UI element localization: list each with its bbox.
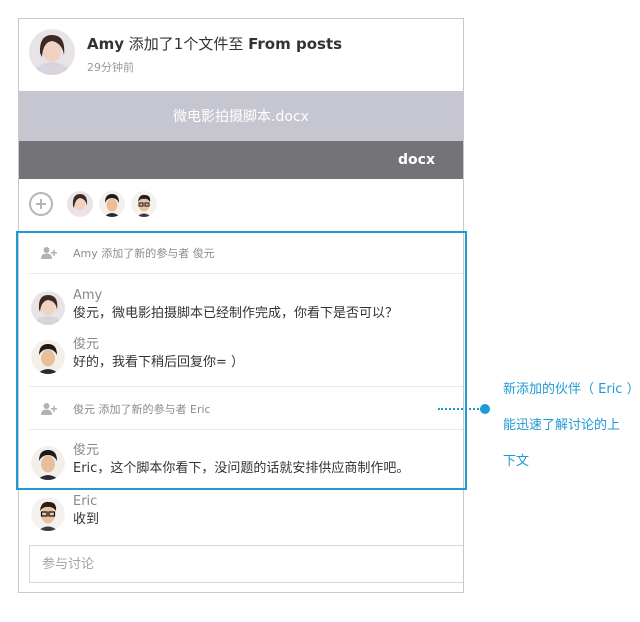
callout-annotation: 新添加的伙伴（ Eric ） 能迅速了解讨论的上 下文 [503,372,640,480]
post-headline: Amy 添加了1个文件至 From posts [87,33,342,54]
post-destination[interactable]: From posts [248,35,342,53]
post-panel: Amy 添加了1个文件至 From posts 29分钟前 微电影拍摄脚本.do… [18,18,464,593]
message-author[interactable]: Amy [73,287,398,304]
message-item: Amy 俊元，微电影拍摄脚本已经制作完成，你看下是否可以？ [19,287,463,325]
post-author[interactable]: Amy [87,35,124,53]
system-event-text: 俊元 添加了新的参与者 Eric [73,403,211,416]
file-type: docx [398,152,435,168]
message-item: 俊元 Eric，这个脚本你看下，没问题的话就安排供应商制作吧。 [19,442,463,480]
divider [29,273,463,274]
message-text: 俊元，微电影拍摄脚本已经制作完成，你看下是否可以？ [73,306,399,321]
message-text: 收到 [73,512,100,527]
message-author[interactable]: Eric [73,493,99,510]
message-item: Eric 收到 [19,493,463,531]
avatar-eric[interactable] [31,497,65,531]
avatar-junyuan[interactable] [31,446,65,480]
add-user-icon [41,247,57,259]
message-author[interactable]: 俊元 [73,442,409,459]
message-item: 俊元 好的，我看下稍后回复你= ） [19,336,463,374]
post-header: Amy 添加了1个文件至 From posts 29分钟前 [29,29,342,75]
divider [29,429,463,430]
avatar-amy[interactable] [31,291,65,325]
participants-row [29,191,157,217]
callout-dot [480,404,490,414]
avatar-amy[interactable] [29,29,75,75]
callout-line-1: 新添加的伙伴（ Eric ） [503,382,640,397]
post-timestamp: 29分钟前 [87,61,134,74]
divider [29,386,463,387]
participant-avatar-amy[interactable] [67,191,93,217]
message-author[interactable]: 俊元 [73,336,244,353]
post-action: 添加了1个文件至 [124,35,249,53]
system-event-row: Amy 添加了新的参与者 俊元 [19,233,463,273]
message-text: 好的，我看下稍后回复你= ） [73,355,245,370]
participant-avatar-eric[interactable] [131,191,157,217]
comment-input[interactable] [29,545,463,583]
add-circle-icon[interactable] [29,192,53,216]
file-type-bar: docx [19,141,463,179]
file-preview[interactable]: 微电影拍摄脚本.docx [19,91,463,141]
file-name: 微电影拍摄脚本.docx [173,109,309,125]
callout-line-3: 下文 [503,454,530,469]
callout-connector [438,408,482,410]
callout-line-2: 能迅速了解讨论的上 [503,418,621,433]
message-text: Eric，这个脚本你看下，没问题的话就安排供应商制作吧。 [73,461,410,476]
add-user-icon [41,403,57,415]
system-event-row: 俊元 添加了新的参与者 Eric [19,389,463,429]
avatar-junyuan[interactable] [31,340,65,374]
participant-avatar-junyuan[interactable] [99,191,125,217]
system-event-text: Amy 添加了新的参与者 俊元 [73,247,215,260]
